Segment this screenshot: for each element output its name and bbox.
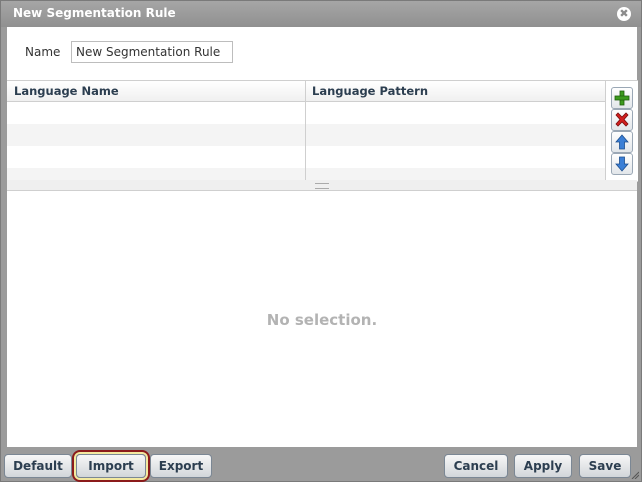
table-header: Language Name Language Pattern: [7, 81, 605, 102]
table-row[interactable]: [7, 102, 605, 124]
segmentation-rule-dialog: New Segmentation Rule ✖ Name Language Na…: [0, 0, 642, 482]
dialog-content: Name Language Name Language Pattern: [7, 27, 638, 447]
name-field[interactable]: [71, 41, 233, 63]
cancel-button[interactable]: Cancel: [444, 454, 508, 478]
apply-button[interactable]: Apply: [514, 454, 572, 478]
move-down-icon: [615, 156, 629, 172]
resize-grip-icon[interactable]: [631, 471, 639, 479]
no-selection-message: No selection.: [266, 311, 378, 329]
table-row[interactable]: [7, 146, 605, 168]
language-table: Language Name Language Pattern: [7, 80, 605, 182]
splitter-grip-icon[interactable]: [315, 183, 329, 189]
dialog-titlebar[interactable]: New Segmentation Rule ✖: [1, 1, 641, 27]
delete-row-button[interactable]: [611, 109, 633, 131]
close-icon[interactable]: ✖: [617, 7, 631, 21]
dialog-title: New Segmentation Rule: [13, 6, 176, 20]
pane-splitter[interactable]: [7, 180, 637, 191]
export-button[interactable]: Export: [150, 454, 212, 478]
add-icon: [614, 90, 630, 106]
add-row-button[interactable]: [611, 87, 633, 109]
import-button[interactable]: Import: [76, 454, 146, 478]
column-header-language-pattern[interactable]: Language Pattern: [312, 84, 428, 98]
delete-icon: [615, 112, 629, 127]
default-button[interactable]: Default: [4, 454, 72, 478]
move-up-button[interactable]: [611, 131, 633, 153]
detail-pane: No selection.: [7, 191, 637, 447]
name-label: Name: [25, 45, 61, 59]
column-header-language-name[interactable]: Language Name: [14, 84, 119, 98]
dialog-footer: Default Import Export Cancel Apply Save: [1, 447, 641, 481]
column-divider[interactable]: [305, 81, 306, 181]
row-action-toolbar: [605, 80, 638, 182]
move-up-icon: [615, 134, 629, 150]
move-down-button[interactable]: [611, 153, 633, 175]
table-row[interactable]: [7, 124, 605, 146]
save-button[interactable]: Save: [579, 454, 631, 478]
name-row: Name: [7, 27, 637, 79]
